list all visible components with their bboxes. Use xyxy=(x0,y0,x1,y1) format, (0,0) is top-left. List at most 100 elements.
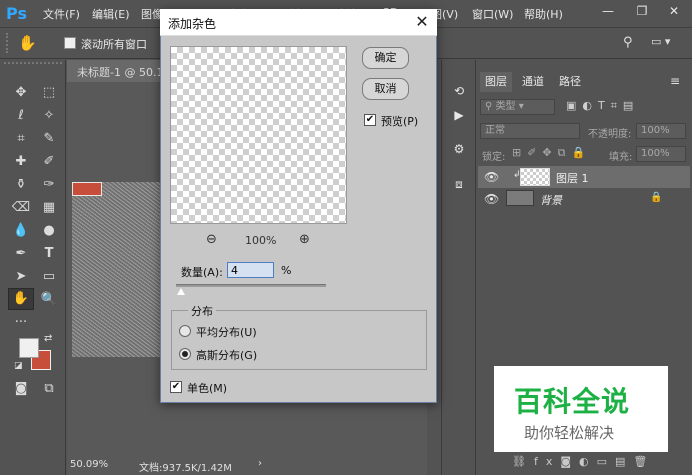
blend-mode-dropdown[interactable]: 正常 xyxy=(480,123,580,139)
clone-stamp-tool-icon[interactable]: ⚱ xyxy=(10,175,32,195)
opacity-field[interactable]: 100% xyxy=(636,123,686,139)
fill-field[interactable]: 100% xyxy=(636,146,686,162)
watermark-subtitle: 助你轻松解决 xyxy=(524,424,615,442)
lock-icons[interactable]: ⊞✐✥⧉🔒 xyxy=(512,146,592,162)
layer-filter-kind-dropdown[interactable]: ⚲ 类型 ▾ xyxy=(480,99,555,115)
uniform-label: 平均分布(U) xyxy=(196,326,257,339)
ok-button[interactable]: 确定 xyxy=(362,47,409,69)
status-menu-arrow-icon[interactable]: › xyxy=(258,458,262,469)
dodge-tool-icon[interactable]: ● xyxy=(38,221,60,241)
filter-kind-label: 类型 xyxy=(495,101,516,112)
layer-filter-icons[interactable]: ▣◐T⌗▤ xyxy=(566,99,686,115)
document-canvas[interactable] xyxy=(72,182,162,357)
screen-mode-icon[interactable]: ⧉ xyxy=(38,379,60,399)
tab-layers[interactable]: 图层 xyxy=(480,72,512,92)
zoom-tool-icon[interactable]: 🔍 xyxy=(38,290,60,310)
pen-tool-icon[interactable]: ✒ xyxy=(10,244,32,264)
panel-menu-icon[interactable]: ≡ xyxy=(670,74,680,88)
filter-preview[interactable] xyxy=(170,46,347,224)
layer1-thumbnail xyxy=(520,168,550,186)
adjustments-panel-icon[interactable]: ⧈ xyxy=(449,175,469,193)
preview-checkbox[interactable]: ✔ xyxy=(364,114,376,126)
gaussian-radio-dot xyxy=(182,351,188,357)
watermark-title: 百科全说 xyxy=(514,385,631,418)
menu-edit[interactable]: 编辑(E) xyxy=(92,6,130,22)
lock-icon: 🔒 xyxy=(650,192,663,203)
hand-tool-icon[interactable]: ✋ xyxy=(8,288,34,310)
app-logo: Ps xyxy=(6,4,27,23)
healing-brush-tool-icon[interactable]: ✚ xyxy=(10,152,32,172)
monochromatic-checkbox[interactable]: ✔ xyxy=(170,381,182,393)
monochromatic-label: 单色(M) xyxy=(187,382,228,395)
menu-file[interactable]: 文件(F) xyxy=(43,6,80,22)
zoom-out-icon[interactable]: ⊖ xyxy=(206,232,217,247)
lasso-tool-icon[interactable]: ℓ xyxy=(10,106,32,126)
scroll-all-windows-checkbox[interactable] xyxy=(64,37,76,49)
background-thumbnail xyxy=(506,190,534,206)
rectangle-tool-icon[interactable]: ▭ xyxy=(38,267,60,287)
menu-window[interactable]: 窗口(W) xyxy=(472,6,513,22)
lock-label: 锁定: xyxy=(482,152,506,163)
layers-footer-icons[interactable]: ⛓fx◙◐▭▤🗑 xyxy=(512,455,662,471)
amount-slider-thumb[interactable] xyxy=(177,288,185,295)
zoom-in-icon[interactable]: ⊕ xyxy=(299,232,310,247)
actions-panel-icon[interactable]: ▶ xyxy=(449,106,469,124)
status-bar xyxy=(67,455,427,475)
close-window-button[interactable]: ✕ xyxy=(652,0,692,22)
history-panel-icon[interactable]: ⟲ xyxy=(449,82,469,100)
opacity-value: 100% xyxy=(641,125,670,136)
gaussian-radio[interactable] xyxy=(179,348,191,360)
document-tab[interactable]: 未标题-1 @ 50.1 xyxy=(67,60,162,82)
marquee-tool-icon[interactable]: ⬚ xyxy=(38,83,60,103)
opacity-label: 不透明度: xyxy=(588,129,632,140)
menu-help[interactable]: 帮助(H) xyxy=(524,6,563,22)
tab-channels[interactable]: 通道 xyxy=(515,72,551,92)
blur-tool-icon[interactable]: 💧 xyxy=(10,221,32,241)
quick-mask-icon[interactable]: ◙ xyxy=(10,379,32,399)
scroll-all-windows-label: 滚动所有窗口 xyxy=(81,38,147,51)
workspace-switcher-icon[interactable]: ▭ ▾ xyxy=(651,35,685,51)
dialog-close-icon[interactable]: ✕ xyxy=(412,12,432,32)
dialog-title: 添加杂色 xyxy=(168,17,217,31)
blend-mode-value: 正常 xyxy=(485,125,505,136)
visibility-eye-icon[interactable]: 👁 xyxy=(484,170,499,184)
search-icon[interactable]: ⚲ xyxy=(623,35,639,51)
magic-wand-tool-icon[interactable]: ✧ xyxy=(38,106,60,126)
properties-panel-icon[interactable]: ⚙ xyxy=(449,140,469,158)
amount-input[interactable] xyxy=(227,262,274,278)
history-brush-tool-icon[interactable]: ✑ xyxy=(38,175,60,195)
search-icon: ⚲ xyxy=(485,101,496,112)
distribution-label: 分布 xyxy=(188,303,216,319)
amount-unit: % xyxy=(281,264,292,277)
gaussian-label: 高斯分布(G) xyxy=(196,349,258,362)
cancel-button[interactable]: 取消 xyxy=(362,78,409,100)
eraser-tool-icon[interactable]: ⌫ xyxy=(10,198,32,218)
gradient-tool-icon[interactable]: ▦ xyxy=(38,198,60,218)
uniform-radio[interactable] xyxy=(179,325,191,337)
path-selection-tool-icon[interactable]: ➤ xyxy=(10,267,32,287)
tools-panel-grip xyxy=(4,62,62,68)
zoom-level[interactable]: 50.09% xyxy=(70,459,108,470)
canvas-red-selection xyxy=(72,182,102,196)
crop-tool-icon[interactable]: ⌗ xyxy=(10,129,32,149)
fill-value: 100% xyxy=(641,148,670,159)
fill-label: 填充: xyxy=(609,152,633,163)
document-size-info: 文档:937.5K/1.42M xyxy=(139,463,232,474)
options-grip xyxy=(6,33,12,53)
brush-tool-icon[interactable]: ✐ xyxy=(38,152,60,172)
more-tools-icon[interactable]: ··· xyxy=(10,313,32,333)
amount-slider-track[interactable] xyxy=(176,284,326,287)
layer1-name[interactable]: 图层 1 xyxy=(556,170,589,186)
preview-zoom-level: 100% xyxy=(245,234,277,247)
swap-colors-icon[interactable]: ⇄ xyxy=(44,333,56,345)
type-tool-icon[interactable]: T xyxy=(38,244,60,264)
move-tool-icon[interactable]: ✥ xyxy=(10,83,32,103)
visibility-eye-icon[interactable]: 👁 xyxy=(484,192,499,206)
default-colors-icon[interactable]: ◪ xyxy=(14,361,24,371)
amount-label: 数量(A): xyxy=(181,266,223,279)
hand-tool-preset-icon[interactable]: ✋▾ xyxy=(18,33,44,72)
background-layer-name[interactable]: 背景 xyxy=(540,192,562,208)
preview-label: 预览(P) xyxy=(381,115,419,128)
tab-paths[interactable]: 路径 xyxy=(555,72,585,92)
eyedropper-tool-icon[interactable]: ✎ xyxy=(38,129,60,149)
